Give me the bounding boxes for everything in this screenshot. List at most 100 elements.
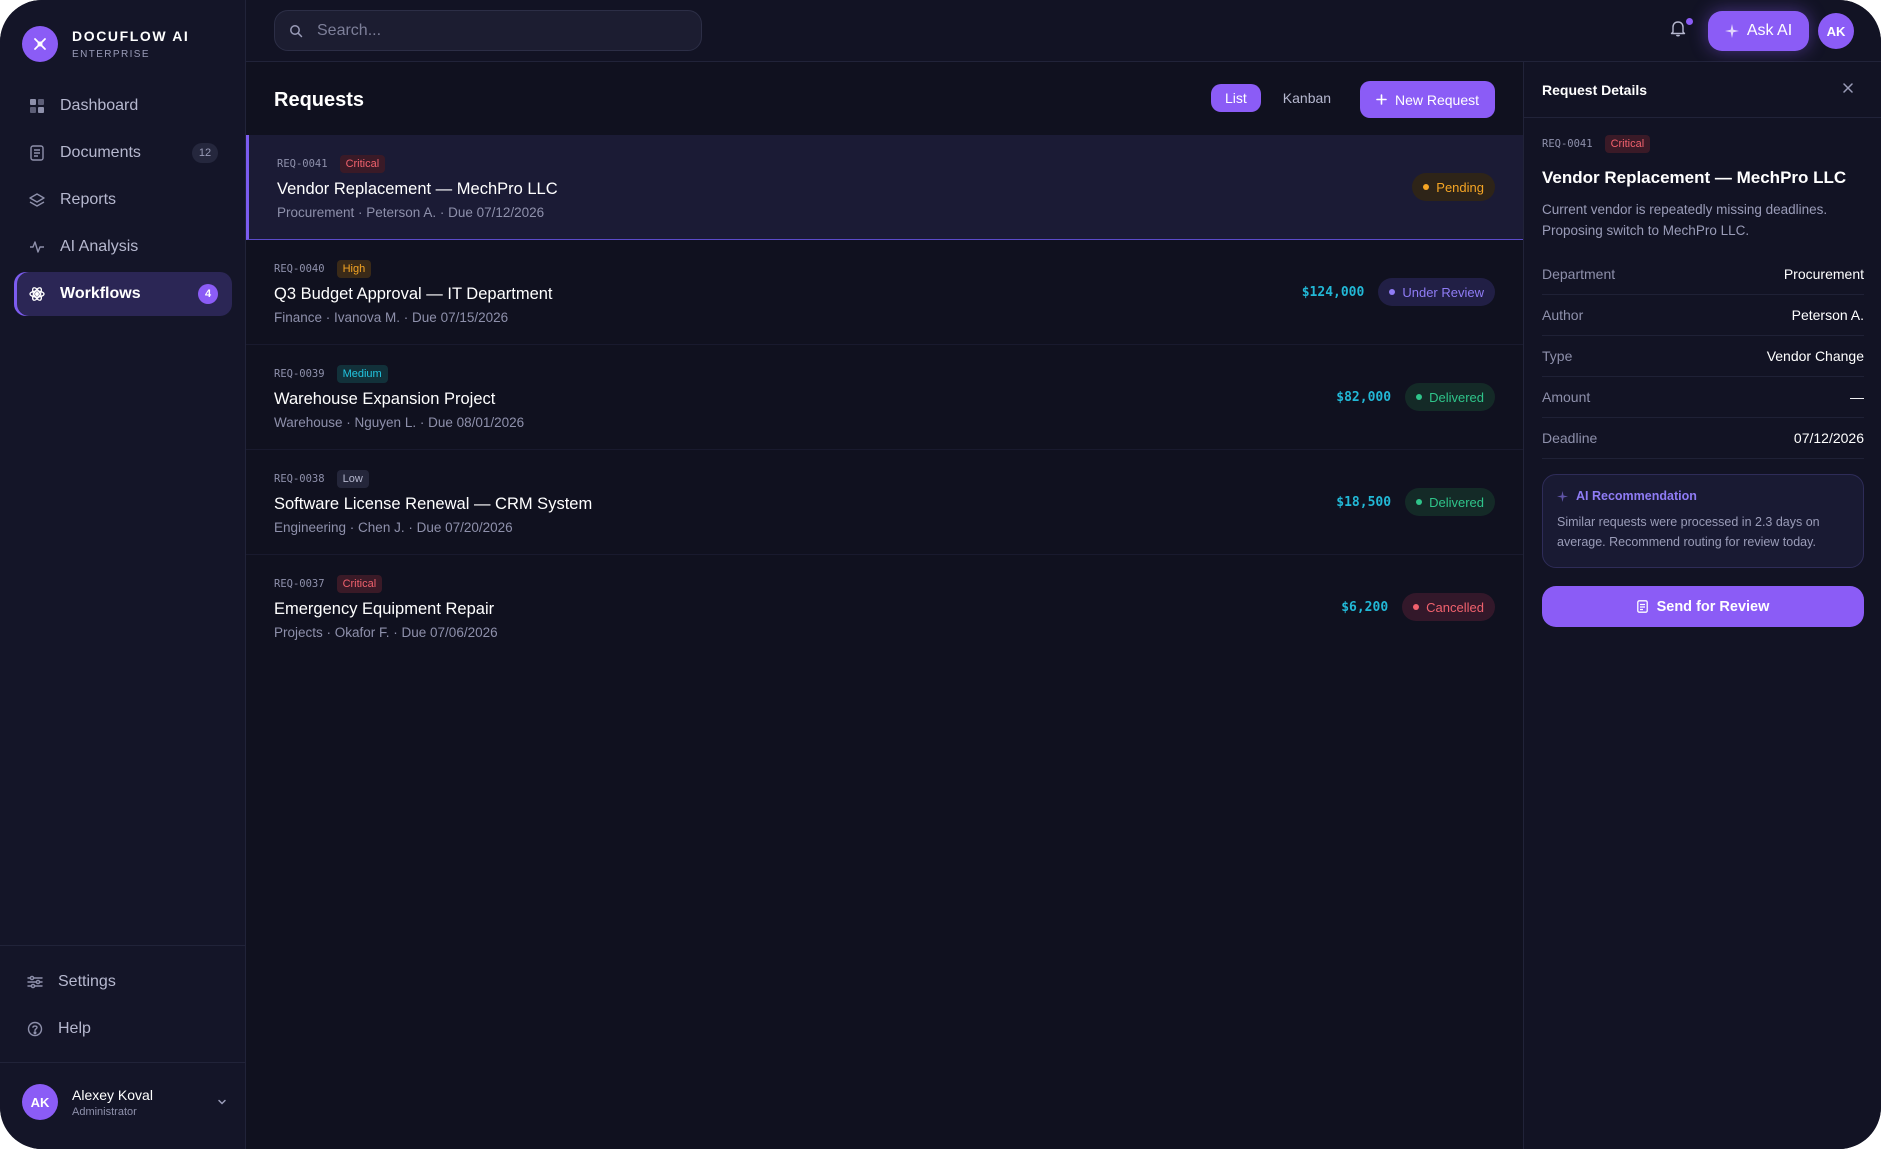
status-label: Cancelled — [1426, 599, 1484, 615]
status-dot — [1423, 184, 1430, 190]
status-badge: Cancelled — [1402, 593, 1495, 621]
sidebar-item-settings[interactable]: Settings — [12, 960, 232, 1004]
request-id: REQ-0039 — [274, 368, 325, 380]
field-author: Author Peterson A. — [1542, 295, 1864, 336]
request-title: Vendor Replacement — MechPro LLC — [277, 180, 558, 198]
request-title: Warehouse Expansion Project — [274, 390, 496, 408]
sidebar-item-label: Dashboard — [60, 97, 139, 114]
brand[interactable]: DOCUFLOW AI ENTERPRISE — [22, 26, 189, 62]
sliders-icon — [26, 973, 44, 991]
field-deadline: Deadline 07/12/2026 — [1542, 418, 1864, 459]
sparkle-icon — [1557, 490, 1568, 502]
priority-badge: High — [336, 260, 372, 278]
field-value: Peterson A. — [1791, 307, 1864, 323]
table-row[interactable]: REQ-0039 Medium Warehouse Expansion Proj… — [246, 345, 1523, 450]
request-title: Emergency Equipment Repair — [274, 600, 495, 618]
new-request-label: New Request — [1394, 91, 1480, 108]
priority-badge: Medium — [336, 365, 388, 383]
field-department: Department Procurement — [1542, 254, 1864, 295]
pulse-icon — [28, 238, 46, 256]
request-subtitle: Projects · Okafor F. · Due 07/06/2026 — [274, 625, 498, 640]
sidebar-bottom-nav: Settings Help — [12, 960, 232, 1054]
request-id: REQ-0041 — [1542, 138, 1593, 150]
requests-panel: Requests List Kanban New Request REQ-004… — [246, 62, 1523, 1149]
grid-icon — [28, 97, 46, 115]
details-header: Request Details — [1524, 62, 1881, 118]
search-icon — [289, 24, 303, 38]
status-badge: Delivered — [1405, 383, 1495, 411]
user-name: Alexey Koval — [72, 1086, 153, 1103]
sidebar-item-reports[interactable]: Reports — [14, 178, 232, 222]
document-icon — [28, 144, 46, 162]
details-request-title: Vendor Replacement — MechPro LLC — [1542, 168, 1847, 187]
status-label: Delivered — [1429, 494, 1484, 510]
sidebar-item-ai-analysis[interactable]: AI Analysis — [14, 225, 232, 269]
sidebar-divider — [0, 1062, 246, 1063]
layers-icon — [28, 191, 46, 209]
page-title: Requests — [274, 89, 365, 111]
status-dot — [1389, 289, 1396, 295]
field-label: Amount — [1542, 389, 1591, 405]
field-label: Deadline — [1542, 430, 1598, 446]
status-badge: Pending — [1412, 173, 1495, 201]
details-fields: Department Procurement Author Peterson A. … — [1542, 254, 1864, 459]
close-icon[interactable] — [1839, 79, 1857, 97]
avatar[interactable]: AK — [1818, 13, 1854, 49]
view-kanban-button[interactable]: Kanban — [1269, 84, 1345, 112]
request-title: Q3 Budget Approval — IT Department — [274, 285, 553, 303]
workflows-count-badge: 4 — [198, 284, 218, 304]
brand-edition: ENTERPRISE — [72, 49, 150, 60]
plus-icon — [1376, 94, 1387, 105]
new-request-button[interactable]: New Request — [1360, 81, 1495, 118]
table-row[interactable]: REQ-0041 Critical Vendor Replacement — M… — [246, 135, 1523, 240]
app-window: DOCUFLOW AI ENTERPRISE Dashboard Documen… — [0, 0, 1881, 1149]
chevron-down-icon[interactable] — [216, 1096, 228, 1108]
user-menu[interactable]: AK Alexey Koval Administrator — [22, 1084, 228, 1120]
field-type: Type Vendor Change — [1542, 336, 1864, 377]
send-for-review-label: Send for Review — [1656, 598, 1770, 615]
help-circle-icon — [26, 1020, 44, 1038]
sidebar: DOCUFLOW AI ENTERPRISE Dashboard Documen… — [0, 0, 246, 1149]
ask-ai-button[interactable]: Ask AI — [1708, 11, 1809, 51]
search-input[interactable] — [317, 21, 677, 40]
sidebar-item-label: Workflows — [60, 285, 141, 302]
request-subtitle: Warehouse · Nguyen L. · Due 08/01/2026 — [274, 415, 525, 430]
sparkle-icon — [1724, 24, 1739, 38]
priority-badge: Critical — [1604, 135, 1651, 153]
send-for-review-button[interactable]: Send for Review — [1542, 586, 1864, 627]
brand-logo-icon — [22, 26, 58, 62]
table-row[interactable]: REQ-0040 High Q3 Budget Approval — IT De… — [246, 240, 1523, 345]
details-description: Current vendor is repeatedly missing dea… — [1542, 202, 1828, 238]
field-value: — — [1850, 389, 1864, 405]
avatar: AK — [22, 1084, 58, 1120]
request-amount: $18,500 — [1336, 494, 1392, 510]
request-id: REQ-0037 — [274, 578, 325, 590]
search-bar[interactable] — [274, 10, 702, 51]
sidebar-item-workflows[interactable]: Workflows 4 — [14, 272, 232, 316]
status-dot — [1413, 604, 1420, 610]
request-id: REQ-0038 — [274, 473, 325, 485]
sidebar-item-help[interactable]: Help — [12, 1007, 232, 1051]
sidebar-item-label: AI Analysis — [60, 238, 139, 255]
ai-recommendation-text: Similar requests were processed in 2.3 d… — [1557, 515, 1820, 549]
priority-badge: Low — [336, 470, 369, 488]
sidebar-item-dashboard[interactable]: Dashboard — [14, 84, 232, 128]
atom-icon — [28, 285, 46, 303]
ask-ai-label: Ask AI — [1746, 22, 1793, 39]
status-badge: Delivered — [1405, 488, 1495, 516]
field-value: 07/12/2026 — [1793, 430, 1864, 446]
request-amount: $82,000 — [1336, 389, 1392, 405]
table-row[interactable]: REQ-0037 Critical Emergency Equipment Re… — [246, 555, 1523, 660]
request-title: Software License Renewal — CRM System — [274, 495, 593, 513]
table-row[interactable]: REQ-0038 Low Software License Renewal — … — [246, 450, 1523, 555]
sidebar-nav: Dashboard Documents 12 Reports AI Analys… — [14, 84, 232, 319]
document-icon — [1636, 600, 1648, 613]
request-amount: $124,000 — [1301, 284, 1365, 300]
brand-name: DOCUFLOW AI — [72, 28, 190, 44]
view-toggle: List Kanban — [1211, 84, 1345, 112]
ai-recommendation-card: AI Recommendation Similar requests were … — [1542, 474, 1864, 568]
view-list-button[interactable]: List — [1211, 84, 1261, 112]
sidebar-item-documents[interactable]: Documents 12 — [14, 131, 232, 175]
field-value: Vendor Change — [1766, 348, 1864, 364]
documents-count-badge: 12 — [192, 143, 218, 163]
